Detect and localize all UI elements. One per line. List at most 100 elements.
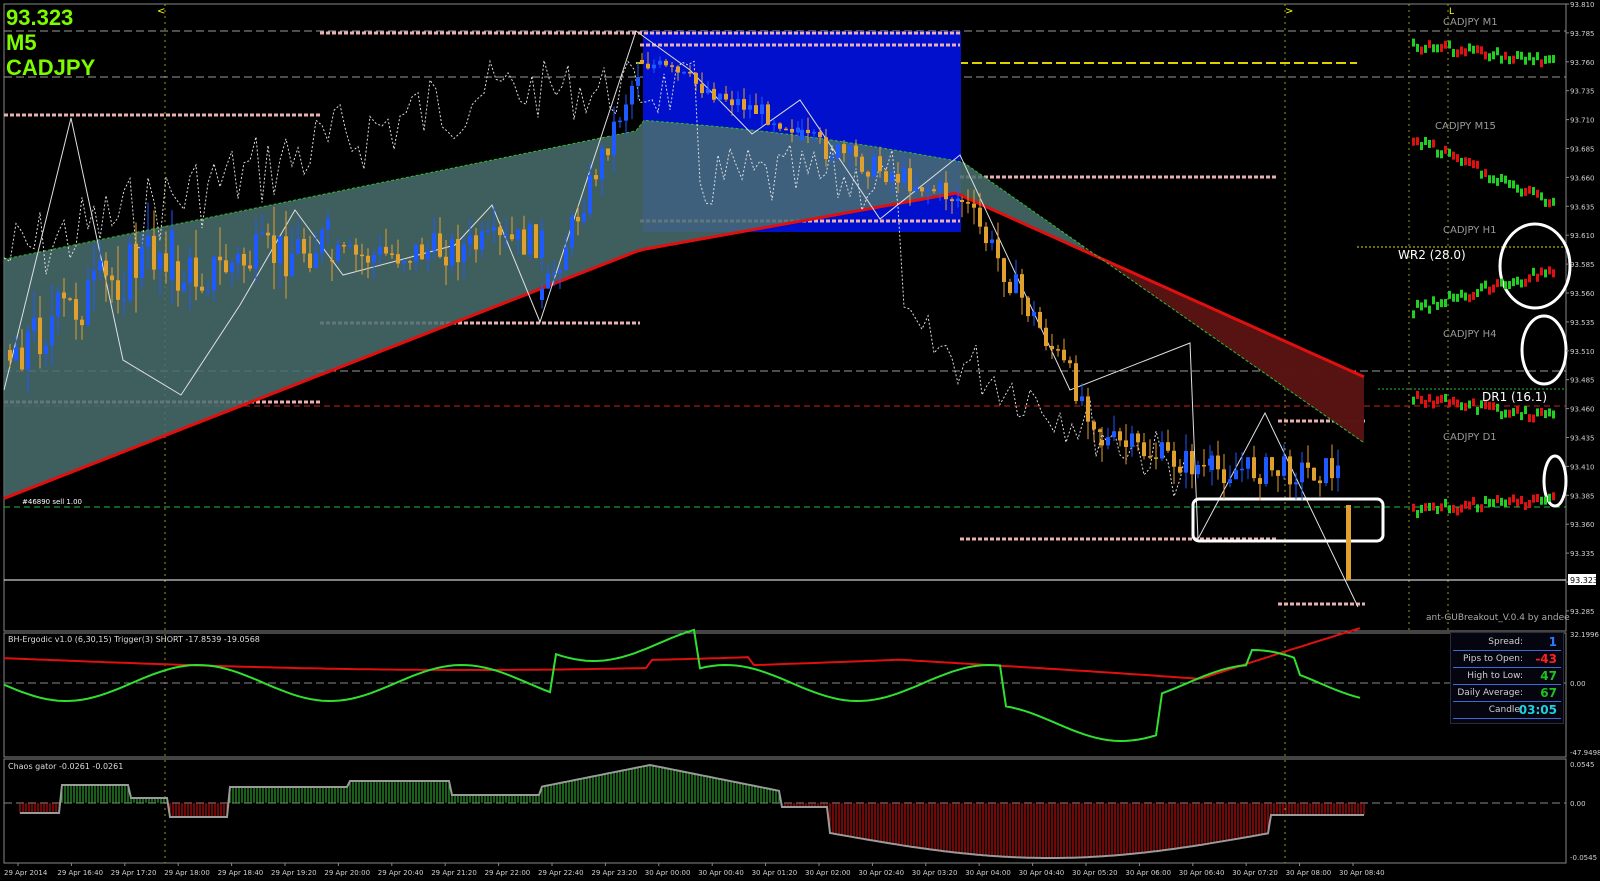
stat-label: High to Low:	[1467, 671, 1523, 681]
minichart-h1-candle	[1504, 281, 1507, 290]
minichart-m1-candle	[1460, 46, 1463, 55]
candle-body	[152, 235, 156, 270]
minichart-h4-candle	[1508, 409, 1511, 418]
minichart-m1-candle	[1440, 44, 1443, 53]
minichart-d1-candle	[1496, 495, 1499, 504]
candle-body	[462, 244, 466, 263]
price-tick: 93.735	[1570, 88, 1595, 96]
candle-body	[38, 317, 42, 355]
candle-body	[1190, 450, 1194, 475]
minichart-h1-candle	[1432, 296, 1435, 305]
minichart-m15-candle	[1412, 137, 1415, 146]
candle-body	[1008, 281, 1012, 294]
minichart-h4-candle	[1452, 396, 1455, 405]
time-tick: 30 Apr 04:40	[1019, 869, 1065, 877]
candle-body	[990, 239, 994, 244]
minichart-h4-candle	[1412, 396, 1415, 405]
ergodic-pane[interactable]	[3, 632, 1567, 758]
candle-body	[158, 253, 162, 270]
candle-body	[1118, 431, 1122, 441]
candle-body	[74, 299, 78, 320]
scroll-marker-right[interactable]: >	[1285, 6, 1293, 17]
minichart-m1-candle	[1472, 45, 1475, 54]
minichart-h4-candle	[1420, 395, 1423, 404]
minichart-m1-candle	[1444, 40, 1447, 49]
price-tick: 93.485	[1570, 377, 1595, 385]
minichart-h1-candle	[1536, 273, 1539, 282]
candle-body	[914, 187, 918, 192]
minichart-d1-candle	[1508, 497, 1511, 506]
minichart-h4-candle	[1516, 405, 1519, 414]
minichart-m1-candle	[1508, 56, 1511, 65]
minichart-m15-candle	[1476, 160, 1479, 169]
dr1-annotation: DR1 (16.1)	[1482, 390, 1547, 404]
candle-body	[80, 319, 84, 326]
minichart-h1-candle	[1460, 289, 1463, 298]
candle-body	[706, 88, 710, 94]
candle-body	[640, 60, 644, 64]
stat-value: 67	[1540, 686, 1557, 700]
price-tick: 93.585	[1570, 261, 1595, 269]
minichart-m1-candle	[1496, 47, 1499, 56]
minichart-m1-candle	[1548, 55, 1551, 64]
minichart-h4-candle	[1464, 403, 1467, 412]
candle-body	[576, 216, 580, 222]
candle-body	[104, 260, 108, 276]
candle-body	[890, 173, 894, 183]
current-price: 93.323	[6, 5, 74, 30]
stats-panel: Spread: 1 Pips to Open: -43 High to Low:…	[1450, 632, 1564, 724]
candle-body	[778, 123, 782, 129]
stat-high-to-low: High to Low: 47	[1451, 669, 1563, 685]
candle-body	[510, 234, 514, 240]
scroll-marker-left[interactable]: <	[157, 6, 165, 17]
candle-body	[624, 104, 628, 121]
minichart-d1-candle	[1492, 499, 1495, 508]
chaos-tick: 0.00	[1570, 800, 1586, 808]
chaos-pane[interactable]	[3, 758, 1567, 864]
minichart-h4-candle	[1444, 393, 1447, 402]
candle-body	[630, 85, 634, 105]
candle-body	[956, 198, 960, 202]
candle-body	[896, 173, 900, 183]
candle-body	[450, 239, 454, 266]
candle-body	[354, 244, 358, 255]
candle-body	[884, 171, 888, 183]
chaos-tick: -0.0545	[1570, 854, 1597, 862]
minichart-d1-candle	[1472, 497, 1475, 506]
candle-body	[540, 288, 544, 300]
minichart-label-h1: CADJPY H1	[1443, 225, 1496, 236]
minichart-m15-candle	[1536, 189, 1539, 198]
candle-body	[872, 156, 876, 177]
candle-body	[164, 253, 168, 272]
price-tick: 93.660	[1570, 174, 1595, 182]
minichart-h1-candle	[1548, 266, 1551, 275]
candle-body	[1312, 467, 1316, 481]
minichart-m1-candle	[1512, 55, 1515, 64]
candle-body	[110, 275, 114, 281]
time-tick: 30 Apr 04:00	[965, 869, 1011, 877]
candle-body	[302, 238, 306, 254]
minichart-h1-candle	[1464, 292, 1467, 301]
minichart-m15-candle	[1440, 150, 1443, 159]
candle-body	[522, 229, 526, 255]
candle-body	[32, 317, 36, 332]
minichart-d1-candle	[1476, 504, 1479, 513]
minichart-m15-candle	[1468, 157, 1471, 166]
minichart-h1-candle	[1444, 299, 1447, 308]
minichart-h4-candle	[1512, 408, 1515, 417]
minichart-m1-candle	[1536, 52, 1539, 61]
candle-body	[194, 257, 198, 287]
minichart-m15-candle	[1496, 177, 1499, 186]
candle-body	[1136, 433, 1140, 443]
minichart-h1-candle	[1416, 299, 1419, 308]
chart-canvas[interactable]: 93.810 93.785 93.760 93.735 93.710 93.685 93.6…	[0, 0, 1600, 881]
minichart-m15-candle	[1508, 179, 1511, 188]
minichart-h4-candle	[1540, 407, 1543, 416]
minichart-m15-candle	[1532, 187, 1535, 196]
minichart-h1-candle	[1540, 267, 1543, 276]
candle-body	[1092, 421, 1096, 430]
candle-body	[1086, 396, 1090, 422]
candle-body	[866, 171, 870, 177]
price-tick: 93.335	[1570, 550, 1595, 558]
candle-body	[984, 226, 988, 244]
